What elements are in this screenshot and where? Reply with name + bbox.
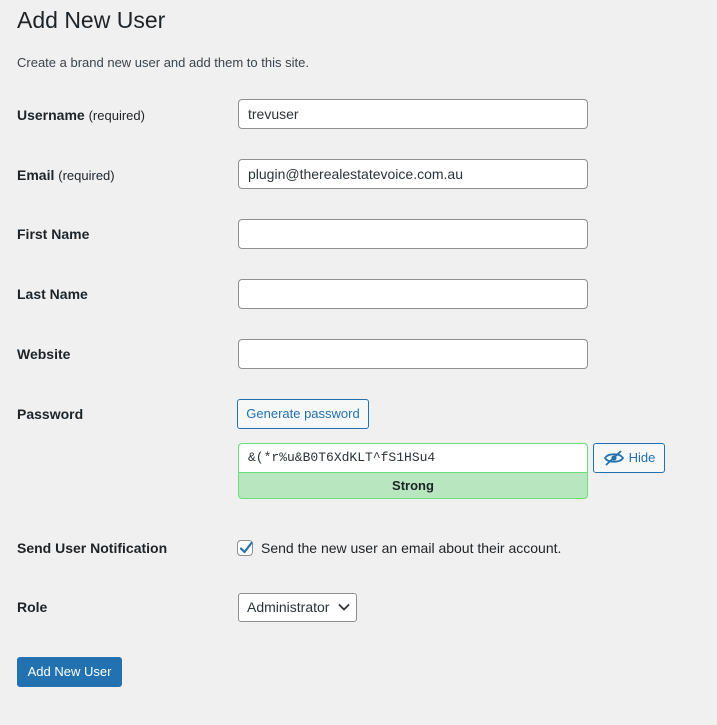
first-name-input[interactable] xyxy=(238,219,588,249)
role-select-value: Administrator xyxy=(247,599,330,615)
hide-password-button[interactable]: Hide xyxy=(593,443,665,473)
username-input[interactable]: trevuser xyxy=(238,99,588,129)
last-name-input[interactable] xyxy=(238,279,588,309)
username-required-note: (required) xyxy=(88,108,145,123)
role-select[interactable]: Administrator xyxy=(238,593,357,622)
password-label: Password xyxy=(17,406,84,422)
notification-label: Send User Notification xyxy=(17,540,168,556)
username-label-text: Username xyxy=(17,107,85,123)
website-label: Website xyxy=(17,346,71,362)
notification-checkbox[interactable] xyxy=(237,540,253,556)
email-input[interactable]: plugin@therealestatevoice.com.au xyxy=(238,159,588,189)
role-label: Role xyxy=(17,599,48,615)
generate-password-button[interactable]: Generate password xyxy=(237,399,369,429)
email-label: Email (required) xyxy=(17,165,115,186)
add-new-user-button[interactable]: Add New User xyxy=(17,657,122,687)
email-required-note: (required) xyxy=(58,168,115,183)
hide-password-label: Hide xyxy=(628,450,656,465)
username-label: Username (required) xyxy=(17,105,145,126)
password-strength-meter: Strong xyxy=(238,472,588,499)
notification-checkbox-label[interactable]: Send the new user an email about their a… xyxy=(261,539,561,557)
email-label-text: Email xyxy=(17,167,55,183)
password-input[interactable]: &(*r%u&B0T6XdKLT^fS1HSu4 xyxy=(238,443,588,472)
eye-slash-icon xyxy=(603,450,625,466)
last-name-label: Last Name xyxy=(17,286,88,302)
page-description: Create a brand new user and add them to … xyxy=(17,55,309,70)
page-title: Add New User xyxy=(17,7,166,33)
website-input[interactable] xyxy=(238,339,588,369)
first-name-label: First Name xyxy=(17,226,90,242)
